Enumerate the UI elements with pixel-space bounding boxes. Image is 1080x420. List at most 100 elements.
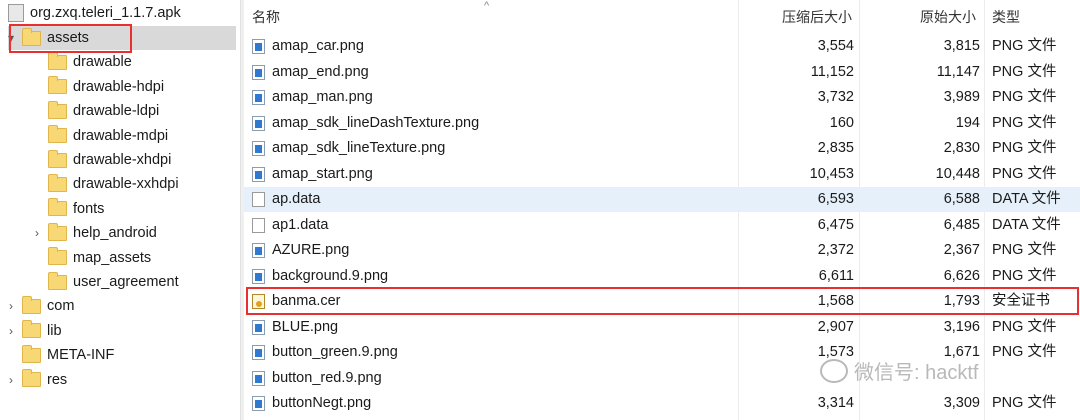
file-name: button_red.9.png [272, 369, 382, 386]
file-name: amap_sdk_lineDashTexture.png [272, 114, 480, 131]
original-size: 2,367 [943, 242, 980, 258]
original-size: 6,588 [943, 191, 980, 207]
expand-chevron-icon[interactable]: › [4, 299, 18, 313]
file-type: PNG 文件 [992, 318, 1057, 335]
file-type: PNG 文件 [992, 89, 1057, 105]
tree-item-drawable-ldpi[interactable]: drawable-ldpi [30, 99, 159, 123]
original-size: 2,830 [943, 140, 980, 156]
tree-item-label: drawable-xhdpi [73, 152, 172, 168]
tree-item-meta-inf[interactable]: META-INF [4, 343, 114, 367]
folder-icon [48, 125, 67, 144]
compressed-size: 6,611 [818, 267, 854, 284]
file-name: amap_start.png [272, 165, 373, 182]
file-row[interactable]: BLUE.png 2,907 3,196 PNG 文件 [244, 315, 1080, 340]
folder-icon [48, 100, 67, 119]
original-size: 11,147 [936, 63, 980, 80]
file-row[interactable]: amap_end.png 11,152 11,147 PNG 文件 [244, 60, 1080, 85]
original-size: 10,448 [935, 165, 980, 182]
file-name: ap1.data [272, 216, 329, 233]
compressed-size: 3,554 [817, 38, 854, 54]
column-compressed-header[interactable]: 压缩后大小 [782, 0, 852, 34]
folder-icon [48, 222, 67, 241]
tree-item-label: res [47, 371, 68, 388]
wechat-watermark: 微信号: hacktf [820, 356, 978, 385]
compressed-size: 2,835 [817, 140, 854, 156]
tree-item-map-assets[interactable]: map_assets [30, 246, 151, 270]
folder-icon [48, 247, 67, 266]
tree-item-res[interactable]: › res [4, 368, 67, 392]
column-original-header[interactable]: 原始大小 [920, 0, 976, 34]
png-file-icon [252, 268, 265, 284]
file-row[interactable]: ap1.data 6,475 6,485 DATA 文件 [244, 213, 1080, 238]
tree-item-help-android[interactable]: › help_android [30, 221, 157, 245]
file-row[interactable]: buttonNegt.png 3,314 3,309 PNG 文件 [244, 391, 1080, 416]
png-file-icon [252, 90, 265, 105]
png-file-icon [252, 345, 265, 360]
tree-item-lib[interactable]: › lib [4, 319, 62, 343]
folder-icon [22, 295, 41, 314]
original-size: 194 [955, 114, 980, 131]
file-name: amap_man.png [272, 89, 373, 105]
folder-icon [48, 271, 67, 290]
compressed-size: 3,732 [817, 89, 854, 105]
compressed-size: 10,453 [809, 165, 854, 182]
file-type: PNG 文件 [992, 140, 1057, 156]
png-file-icon [252, 39, 265, 54]
tree-item-label: drawable-xxhdpi [73, 176, 179, 193]
file-type: PNG 文件 [992, 344, 1057, 360]
apk-archive-icon [8, 4, 24, 22]
tree-item-drawable-mdpi[interactable]: drawable-mdpi [30, 124, 168, 148]
folder-icon [48, 173, 67, 192]
original-size: 3,196 [943, 318, 980, 335]
tree-item-user-agreement[interactable]: user_agreement [30, 270, 179, 294]
folder-icon [22, 320, 41, 339]
tree-item-fonts[interactable]: fonts [30, 197, 104, 221]
file-row[interactable]: amap_sdk_lineDashTexture.png 160 194 PNG 文件 [244, 111, 1080, 136]
compressed-size: 3,314 [817, 395, 854, 411]
file-type: PNG 文件 [992, 165, 1057, 182]
png-file-icon [252, 141, 265, 156]
folder-icon [22, 369, 41, 388]
tree-item-label: drawable-hdpi [73, 78, 165, 95]
tree-item-label: map_assets [73, 249, 152, 266]
tree-item-drawable-hdpi[interactable]: drawable-hdpi [30, 75, 164, 99]
png-file-icon [252, 370, 265, 386]
expand-chevron-icon[interactable]: › [4, 324, 18, 338]
file-name: BLUE.png [272, 318, 339, 335]
original-size: 6,485 [943, 216, 980, 233]
file-row[interactable]: amap_sdk_lineTexture.png 2,835 2,830 PNG 文件 [244, 136, 1080, 161]
tree-item-com[interactable]: › com [4, 294, 74, 318]
compressed-size: 11,152 [810, 63, 854, 80]
file-row[interactable]: background.9.png 6,611 6,626 PNG 文件 [244, 264, 1080, 289]
compressed-size: 2,907 [817, 318, 854, 335]
file-name: amap_sdk_lineTexture.png [272, 140, 446, 156]
file-name: buttonNegt.png [272, 395, 372, 411]
tree-item-drawable[interactable]: drawable [30, 50, 132, 74]
data-file-icon [252, 217, 265, 233]
file-name: amap_end.png [272, 63, 369, 80]
column-name-header[interactable]: 名称 [252, 0, 280, 34]
folder-tree: org.zxq.teleri_1.1.7.apk ▾ assets drawable… [0, 0, 240, 420]
original-size: 3,309 [943, 395, 980, 411]
tree-item-drawable-xhdpi[interactable]: drawable-xhdpi [30, 148, 171, 172]
file-row[interactable]: ap.data 6,593 6,588 DATA 文件 [244, 187, 1080, 212]
tree-root-apk[interactable]: org.zxq.teleri_1.1.7.apk [6, 1, 181, 25]
folder-icon [22, 344, 41, 363]
file-row[interactable]: AZURE.png 2,372 2,367 PNG 文件 [244, 238, 1080, 263]
expand-chevron-icon[interactable]: › [30, 226, 44, 240]
tree-item-label: drawable-mdpi [73, 127, 169, 144]
compressed-size: 6,593 [817, 191, 854, 207]
file-row[interactable]: amap_car.png 3,554 3,815 PNG 文件 [244, 34, 1080, 59]
tree-item-drawable-xxhdpi[interactable]: drawable-xxhdpi [30, 172, 179, 196]
tree-item-label: com [47, 298, 75, 315]
file-type: PNG 文件 [992, 242, 1057, 258]
expand-chevron-icon[interactable]: › [4, 373, 18, 387]
column-header: 名称 ^ 压缩后大小 原始大小 类型 [244, 0, 1080, 34]
file-name: amap_car.png [272, 38, 364, 54]
file-type: PNG 文件 [992, 395, 1057, 411]
file-row[interactable]: amap_start.png 10,453 10,448 PNG 文件 [244, 162, 1080, 187]
file-name: background.9.png [272, 267, 389, 284]
column-type-header[interactable]: 类型 [992, 0, 1020, 34]
file-row[interactable]: amap_man.png 3,732 3,989 PNG 文件 [244, 85, 1080, 110]
png-file-icon [252, 64, 265, 80]
